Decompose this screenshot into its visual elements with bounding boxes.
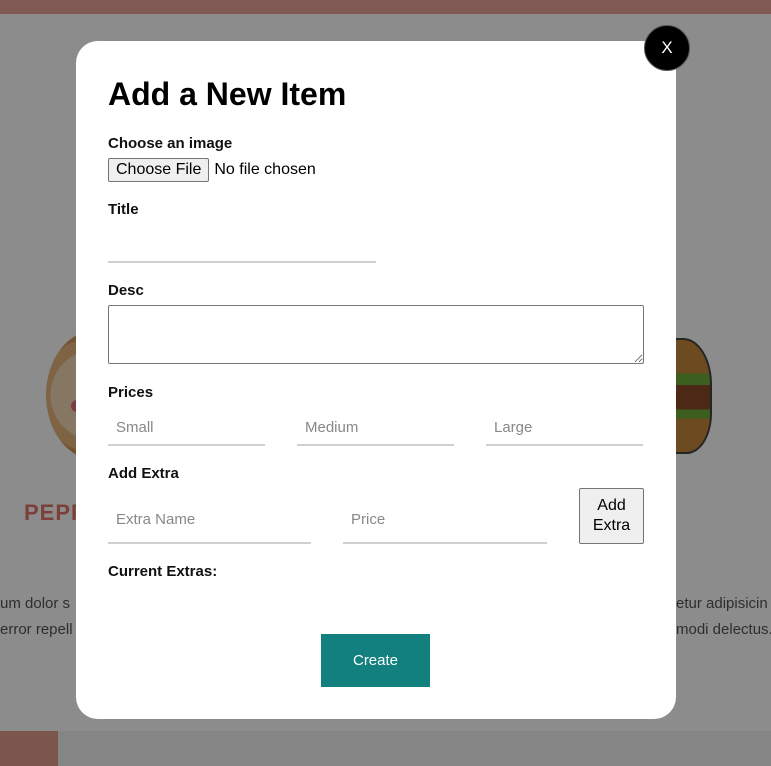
add-item-modal: Add a New Item Choose an image Choose Fi… [76,41,676,719]
price-medium-input[interactable] [297,411,454,446]
title-input[interactable] [108,233,376,263]
prices-label: Prices [108,384,154,401]
modal-title: Add a New Item [108,76,347,112]
file-input[interactable]: Choose File No file chosen [108,158,316,182]
image-label: Choose an image [108,135,233,152]
file-status-text: No file chosen [214,161,316,178]
add-extra-button[interactable]: Add Extra [579,488,644,544]
price-small-input[interactable] [108,411,265,446]
desc-textarea[interactable] [108,305,644,364]
title-label: Title [108,201,139,218]
choose-file-button[interactable]: Choose File [108,158,210,182]
price-large-input[interactable] [486,411,643,446]
create-button[interactable]: Create [321,634,430,687]
extra-price-input[interactable] [343,496,547,544]
extra-name-input[interactable] [108,496,311,544]
desc-label: Desc [108,282,144,299]
current-extras-label: Current Extras: [108,563,218,580]
add-extra-label: Add Extra [108,465,179,482]
close-modal-button[interactable]: X [644,25,690,71]
